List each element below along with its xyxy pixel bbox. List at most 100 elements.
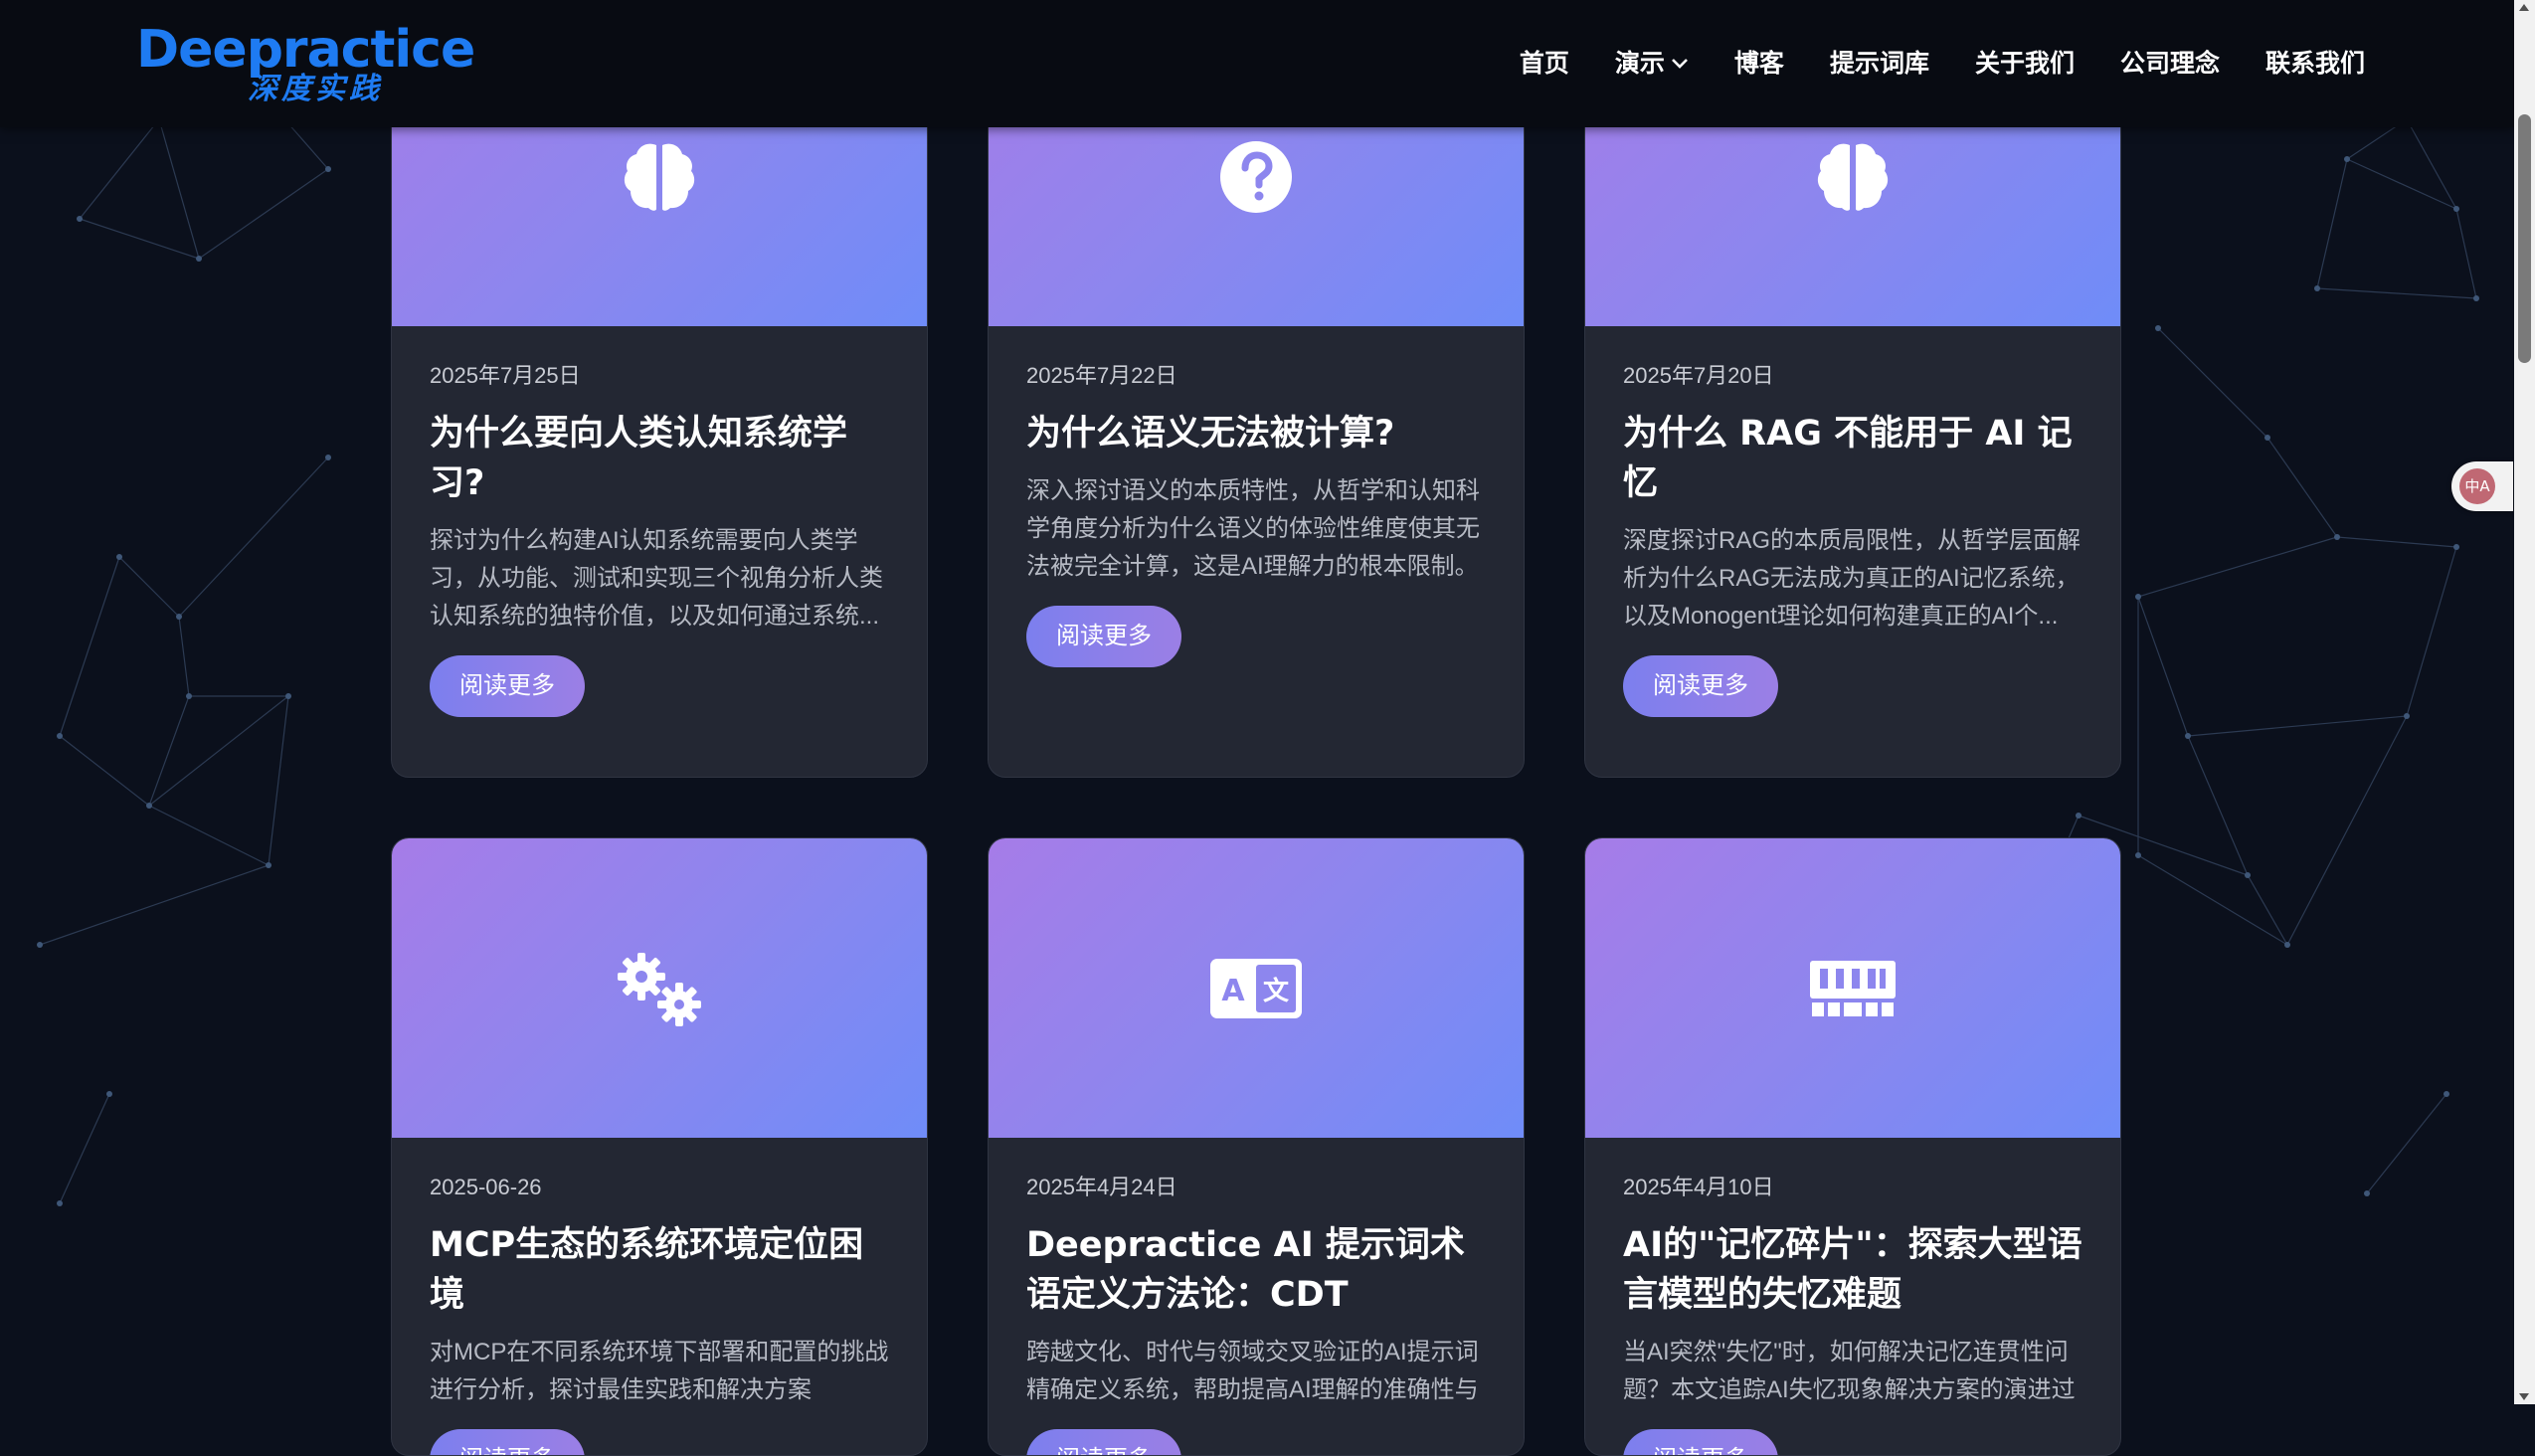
network-node xyxy=(2444,1091,2449,1097)
network-node xyxy=(325,455,331,460)
card-banner xyxy=(392,838,927,1138)
card-date: 2025年7月22日 xyxy=(1026,363,1177,388)
card-title[interactable]: 为什么语义无法被计算? xyxy=(1026,409,1490,458)
card-description: 当AI突然"失忆"时，如何解决记忆连贯性问题？本文追踪AI失忆现象解决方案的演进… xyxy=(1623,1339,2076,1403)
network-line xyxy=(79,118,160,220)
network-node xyxy=(2135,852,2141,858)
network-node xyxy=(186,693,192,699)
network-node xyxy=(2155,325,2161,331)
read-more-button[interactable]: 阅读更多 xyxy=(430,1429,585,1455)
network-node xyxy=(116,554,122,560)
network-node xyxy=(106,1091,112,1097)
card-description: 跨越文化、时代与领域交叉验证的AI提示词精确定义系统，帮助提高AI理解的准确性与 xyxy=(1026,1339,1479,1403)
network-line xyxy=(2336,536,2457,548)
network-line xyxy=(39,864,270,946)
card-date: 2025-06-26 xyxy=(430,1175,542,1199)
read-more-button[interactable]: 阅读更多 xyxy=(1623,655,1778,717)
nav-home[interactable]: 首页 xyxy=(1520,44,1569,84)
read-more-button[interactable]: 阅读更多 xyxy=(1026,1429,1181,1455)
network-node xyxy=(2264,435,2270,441)
nav-contact-label: 联系我们 xyxy=(2264,49,2365,78)
chevron-down-icon xyxy=(1672,59,1688,69)
card-banner: A 文 xyxy=(989,838,1524,1138)
nav-demo-label: 演示 xyxy=(1614,49,1665,78)
network-node xyxy=(57,733,63,739)
network-line xyxy=(148,805,270,866)
nav-about-label: 关于我们 xyxy=(1974,49,2075,78)
nav-blog-label: 博客 xyxy=(1733,49,1784,78)
network-node xyxy=(2245,872,2251,878)
blog-card[interactable]: 2025年4月10日 AI的"记忆碎片"：探索大型语言模型的失忆难题 当AI突然… xyxy=(1584,837,2121,1456)
network-line xyxy=(2247,874,2288,946)
network-line xyxy=(118,556,180,618)
network-node xyxy=(2334,534,2340,540)
network-line xyxy=(2455,208,2477,299)
nav-philosophy-label: 公司理念 xyxy=(2119,49,2220,78)
network-node xyxy=(57,1200,63,1206)
nav-philosophy[interactable]: 公司理念 xyxy=(2120,44,2220,84)
network-line xyxy=(2406,118,2457,210)
network-line xyxy=(2157,327,2268,439)
network-line xyxy=(2406,546,2457,717)
network-line xyxy=(2366,1093,2447,1194)
nav-blog[interactable]: 博客 xyxy=(1734,44,1784,84)
network-line xyxy=(59,735,150,807)
network-node xyxy=(196,256,202,262)
scrollbar-thumb[interactable] xyxy=(2518,114,2531,363)
card-title[interactable]: AI的"记忆碎片"：探索大型语言模型的失忆难题 xyxy=(1623,1220,2086,1320)
question-circle-icon xyxy=(1220,141,1292,213)
language-icon: A 文 xyxy=(1210,958,1302,1018)
card-description: 探讨为什么构建AI认知系统需要向人类学习，从功能、测试和实现三个视角分析人类认知… xyxy=(430,527,883,630)
nav-home-label: 首页 xyxy=(1519,49,1569,78)
logo-text-en: Deepractice xyxy=(136,20,475,80)
network-line xyxy=(268,695,289,866)
nav-contact[interactable]: 联系我们 xyxy=(2265,44,2365,84)
network-line xyxy=(198,168,329,260)
nav-about[interactable]: 关于我们 xyxy=(1975,44,2075,84)
brain-icon xyxy=(1817,143,1889,211)
nav-demo[interactable]: 演示 xyxy=(1615,44,1689,84)
card-description: 深入探讨语义的本质特性，从哲学和认知科学角度分析为什么语义的体验性维度使其无法被… xyxy=(1026,477,1480,580)
network-line xyxy=(148,695,190,807)
network-node xyxy=(325,166,331,172)
network-node xyxy=(37,942,43,948)
page-scrollbar[interactable] xyxy=(2514,0,2535,1404)
blog-card[interactable]: 2025-06-26 MCP生态的系统环境定位困境 对MCP在不同系统环境下部署… xyxy=(391,837,928,1456)
translate-widget[interactable]: 中A xyxy=(2451,461,2513,511)
network-node xyxy=(2284,942,2290,948)
network-node xyxy=(285,693,291,699)
network-node xyxy=(2404,713,2410,719)
network-line xyxy=(2137,854,2288,946)
network-line xyxy=(178,456,329,618)
nav-prompts[interactable]: 提示词库 xyxy=(1830,44,1929,84)
main-nav: 首页 演示 博客 提示词库 关于我们 公司理念 联系我们 xyxy=(1474,44,2365,84)
card-title[interactable]: 为什么要向人类认知系统学习? xyxy=(430,409,893,508)
svg-text:A: A xyxy=(1221,974,1245,1008)
network-node xyxy=(2314,285,2320,291)
read-more-button[interactable]: 阅读更多 xyxy=(1026,606,1181,667)
scroll-down-arrow-icon[interactable] xyxy=(2519,1393,2529,1400)
card-date: 2025年4月24日 xyxy=(1026,1175,1177,1199)
card-description: 深度探讨RAG的本质局限性，从哲学层面解析为什么RAG无法成为真正的AI记忆系统… xyxy=(1623,527,2082,630)
cogs-icon xyxy=(618,952,701,1026)
memory-icon xyxy=(1810,960,1896,1016)
card-title[interactable]: 为什么 RAG 不能用于 AI 记忆 xyxy=(1623,409,2086,508)
network-node xyxy=(2344,156,2350,162)
card-date: 2025年4月10日 xyxy=(1623,1175,1774,1199)
network-line xyxy=(2137,596,2189,737)
network-node xyxy=(2185,733,2191,739)
network-line xyxy=(2187,715,2408,737)
network-node xyxy=(266,862,272,868)
network-line xyxy=(2316,287,2477,299)
network-node xyxy=(146,803,152,809)
network-node xyxy=(176,614,182,620)
card-title[interactable]: MCP生态的系统环境定位困境 xyxy=(430,1220,893,1320)
read-more-button[interactable]: 阅读更多 xyxy=(430,655,585,717)
read-more-button[interactable]: 阅读更多 xyxy=(1623,1429,1778,1455)
scroll-up-arrow-icon[interactable] xyxy=(2519,4,2529,11)
blog-card[interactable]: A 文 2025年4月24日 Deepractice AI 提示词术语定义方法论… xyxy=(988,837,1525,1456)
network-line xyxy=(2316,158,2348,289)
network-node xyxy=(2453,544,2459,550)
card-title[interactable]: Deepractice AI 提示词术语定义方法论：CDT xyxy=(1026,1220,1490,1320)
site-logo[interactable]: Deepractice 深度实践 xyxy=(136,16,475,115)
